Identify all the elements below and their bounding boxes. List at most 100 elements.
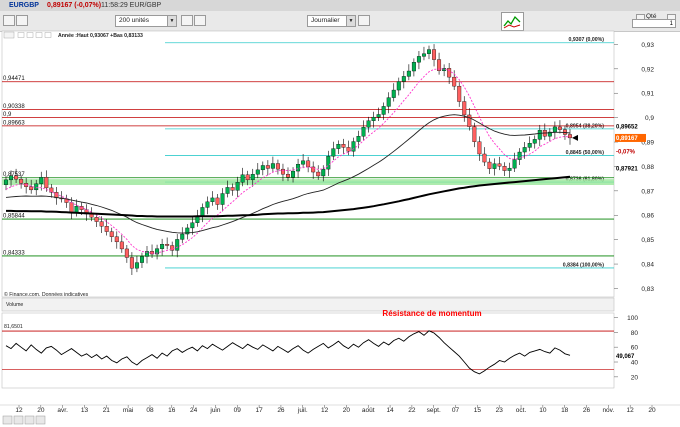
candle-body xyxy=(477,141,482,155)
candle-body xyxy=(452,76,457,87)
right-axis-label: 0,87921 xyxy=(616,167,638,173)
level-label: 0,84333 xyxy=(3,250,25,256)
candle-body xyxy=(316,171,321,177)
candle-body xyxy=(215,197,220,205)
candle-body xyxy=(109,231,114,237)
candle-body xyxy=(512,159,517,169)
x-tick-label: 18 xyxy=(561,407,569,414)
candle-body xyxy=(210,197,215,203)
candle-body xyxy=(286,174,290,178)
osc-tick-label: 100 xyxy=(627,315,638,322)
candle-body xyxy=(502,166,507,171)
bottom-tool-icon xyxy=(35,415,46,425)
candle-body xyxy=(427,49,431,54)
candle-body xyxy=(220,193,225,205)
y-tick-label: 0,93 xyxy=(641,42,654,49)
x-tick-label: 26 xyxy=(277,407,285,414)
candle-body xyxy=(160,244,165,249)
candle-body xyxy=(391,89,396,98)
candle-body xyxy=(311,166,316,173)
candle-body xyxy=(255,169,260,175)
candle-body xyxy=(44,177,49,189)
legend-option-icon xyxy=(26,32,34,38)
candle-body xyxy=(195,216,200,223)
x-tick-label: 14 xyxy=(386,407,394,414)
x-tick-label: 15 xyxy=(474,407,482,414)
x-tick-label: 26 xyxy=(583,407,591,414)
x-tick-label: 24 xyxy=(190,407,198,414)
y-tick-label: 0,87 xyxy=(641,188,654,195)
candle-body xyxy=(492,163,497,169)
candle-body xyxy=(497,163,502,167)
candle-body xyxy=(306,160,311,168)
candle-body xyxy=(376,114,381,118)
x-tick-label: 10 xyxy=(539,407,547,414)
x-tick-label: 22 xyxy=(408,407,416,414)
y-tick-label: 0,85 xyxy=(641,237,654,244)
candle-body xyxy=(381,106,386,115)
candle-body xyxy=(79,206,84,210)
candle-body xyxy=(432,49,437,60)
y-tick-label: 0,84 xyxy=(641,262,654,269)
candle-body xyxy=(527,143,532,148)
level-label: 0,89663 xyxy=(3,120,25,126)
volume-label: Volume xyxy=(6,302,23,308)
candle-body xyxy=(296,164,301,172)
candle-body xyxy=(421,53,426,57)
candle-body xyxy=(270,163,275,169)
candle-body xyxy=(134,262,139,269)
x-tick-label: sept. xyxy=(427,407,441,414)
candle-body xyxy=(472,126,477,142)
level-label: 0,94471 xyxy=(3,76,25,82)
osc-tick-label: 20 xyxy=(631,374,639,381)
y-tick-label: 0,92 xyxy=(641,66,654,73)
legend-option-icon xyxy=(17,32,25,38)
y-tick-label: 0,9 xyxy=(645,115,654,122)
candle-body xyxy=(396,81,401,91)
candle-body xyxy=(4,179,8,185)
candle-body xyxy=(235,182,240,191)
fibonacci-label: 0,9307 (0,00%) xyxy=(569,37,605,43)
x-tick-label: 09 xyxy=(234,407,242,414)
candle-body xyxy=(416,56,421,63)
osc-last-label: 49,067 xyxy=(616,354,635,360)
fibonacci-label: 0,8954 (38,20%) xyxy=(566,123,605,129)
x-tick-label: 12 xyxy=(321,407,329,414)
candle-body xyxy=(34,183,39,191)
candle-body xyxy=(467,114,472,127)
candle-body xyxy=(457,85,462,102)
candle-body xyxy=(114,236,119,243)
osc-title: Résistance de momentum xyxy=(382,309,481,318)
candle-body xyxy=(165,244,170,246)
candle-body xyxy=(406,70,411,77)
candle-body xyxy=(552,126,557,133)
candle-body xyxy=(245,174,250,181)
candle-body xyxy=(139,256,144,263)
osc-tick-label: 80 xyxy=(631,330,639,337)
candle-body xyxy=(462,101,467,116)
candle-body xyxy=(326,156,331,170)
candle-body xyxy=(386,97,391,107)
candle-body xyxy=(180,233,185,240)
candle-body xyxy=(175,239,180,251)
candle-body xyxy=(351,141,356,152)
x-tick-label: 13 xyxy=(81,407,89,414)
x-tick-label: nov. xyxy=(602,407,614,414)
osc-tick-label: 40 xyxy=(631,360,639,367)
candle-body xyxy=(94,217,99,222)
fibonacci-label: 0,8845 (50,00%) xyxy=(566,150,605,156)
right-axis-label: 0,89167 xyxy=(616,136,638,142)
x-tick-label: 17 xyxy=(255,407,263,414)
legend-option-icon xyxy=(35,32,43,38)
candle-body xyxy=(250,174,255,181)
candle-body xyxy=(291,170,296,178)
volume-panel xyxy=(1,297,615,312)
x-tick-label: mai xyxy=(123,407,133,414)
x-tick-label: oct. xyxy=(516,407,527,414)
candle-body xyxy=(205,201,210,208)
candle-body xyxy=(557,126,562,130)
candle-body xyxy=(537,130,542,140)
y-tick-label: 0,86 xyxy=(641,213,654,220)
candle-body xyxy=(447,68,452,78)
x-tick-label: 07 xyxy=(452,407,460,414)
